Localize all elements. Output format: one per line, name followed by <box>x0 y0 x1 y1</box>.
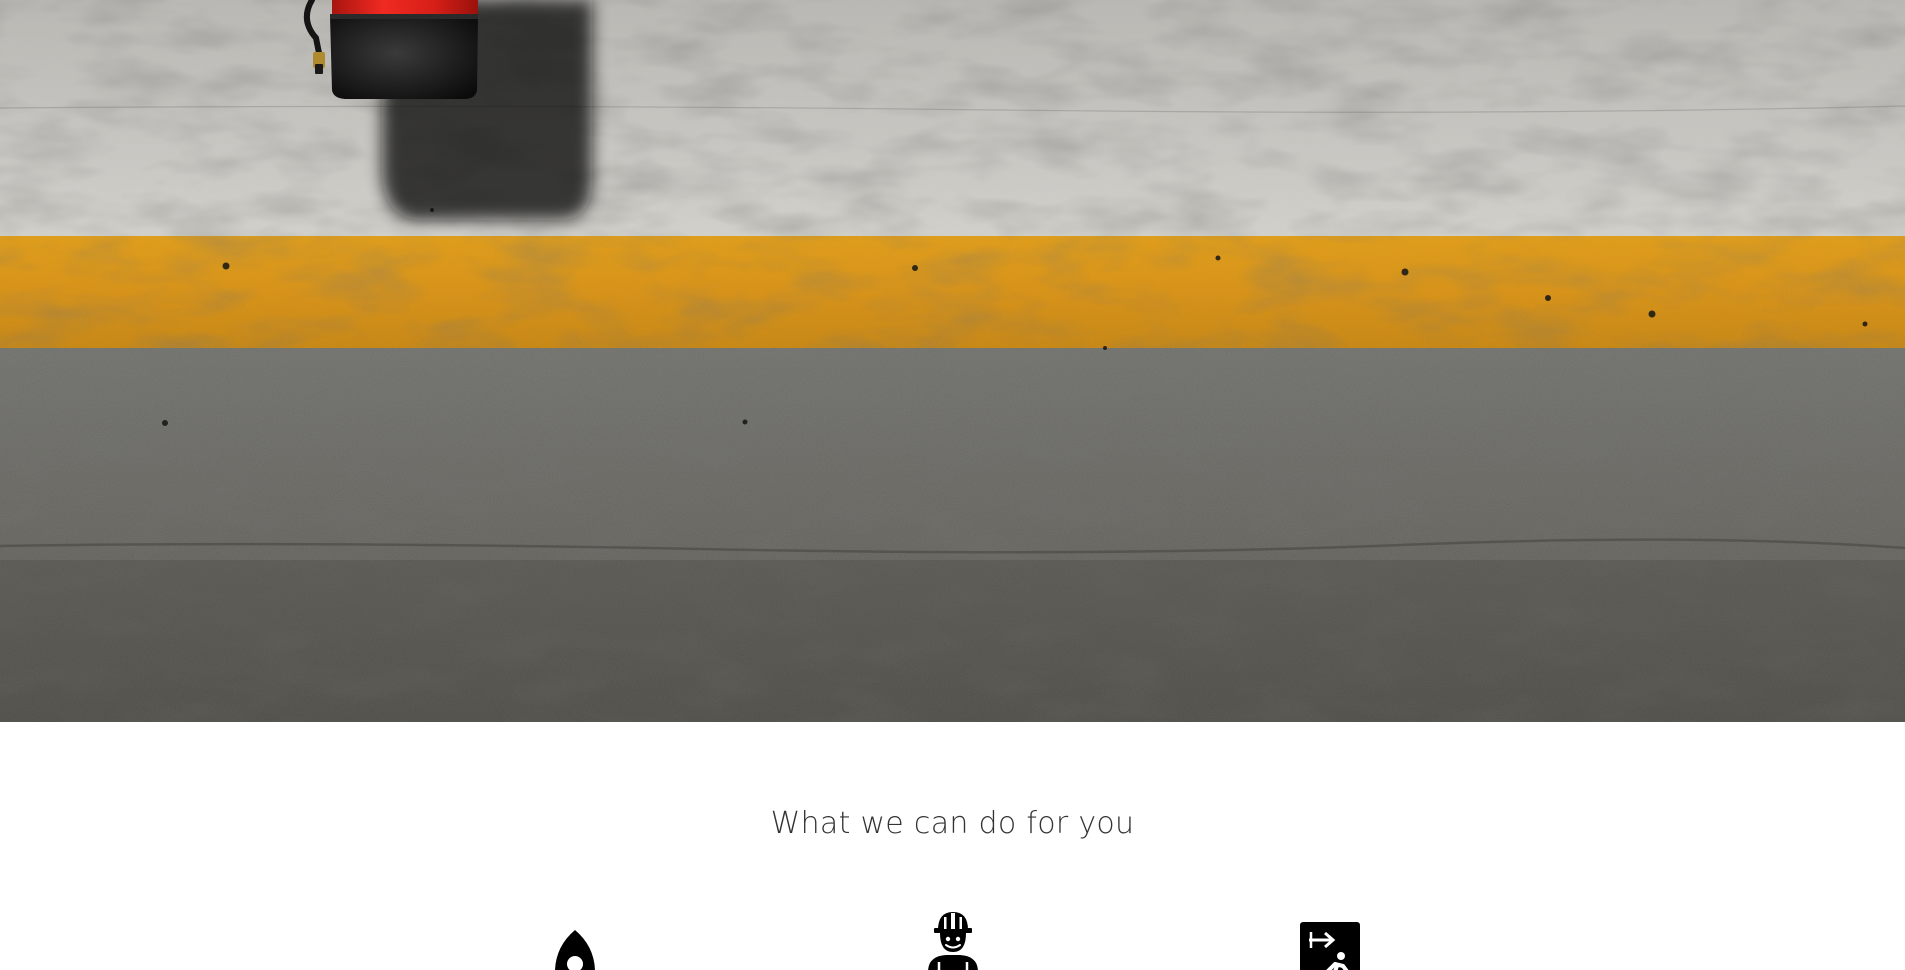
fire-extinguisher <box>303 0 478 99</box>
services-title: What we can do for you <box>770 806 1135 841</box>
hero-banner <box>0 0 1905 722</box>
service-item-rocket <box>520 922 630 970</box>
emergency-exit-icon <box>1300 922 1360 970</box>
service-item-exit <box>1275 910 1385 970</box>
hero-image <box>0 0 1905 722</box>
worker-helmet-icon <box>928 912 978 970</box>
service-item-worker <box>898 900 1008 970</box>
rocket-icon <box>555 930 595 970</box>
services-section: What we can do for you <box>0 722 1905 970</box>
page: What we can do for you <box>0 0 1905 970</box>
